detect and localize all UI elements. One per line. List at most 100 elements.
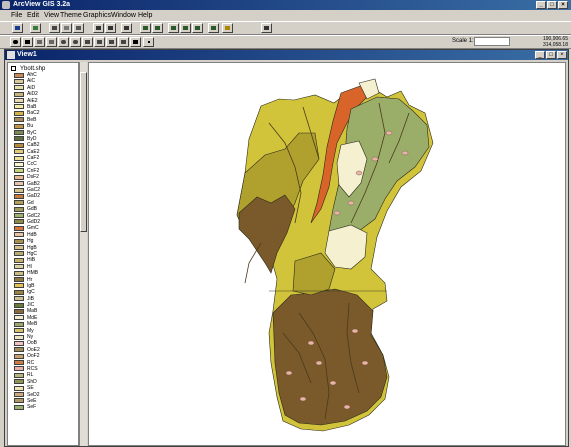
menu-window[interactable]: Window: [111, 12, 136, 19]
legend-swatch[interactable]: [14, 270, 24, 276]
menu-theme[interactable]: Theme: [60, 12, 82, 19]
toc-scrollbar[interactable]: [79, 62, 87, 446]
legend-swatch[interactable]: [14, 161, 24, 167]
legend-swatch[interactable]: [14, 360, 24, 366]
pink-soil-polygon[interactable]: [371, 156, 379, 162]
legend-swatch[interactable]: [14, 379, 24, 385]
pointer-tool[interactable]: [22, 37, 33, 47]
zoom-to-selected-button[interactable]: [168, 23, 179, 33]
legend-swatch[interactable]: [14, 302, 24, 308]
view-maximize-button[interactable]: □: [546, 51, 556, 59]
pink-soil-polygon[interactable]: [343, 404, 351, 410]
pink-soil-polygon[interactable]: [285, 370, 293, 376]
scale-input[interactable]: [474, 37, 510, 46]
legend-swatch[interactable]: [14, 328, 24, 334]
legend-swatch[interactable]: [14, 315, 24, 321]
legend-swatch[interactable]: [14, 372, 24, 378]
zoom-previous-button[interactable]: [208, 23, 219, 33]
area-of-interest-tool[interactable]: [118, 37, 129, 47]
legend-swatch[interactable]: [14, 296, 24, 302]
legend-swatch[interactable]: [14, 225, 24, 231]
legend-swatch[interactable]: [14, 123, 24, 129]
save-project-button[interactable]: [12, 23, 23, 33]
legend-swatch[interactable]: [14, 366, 24, 372]
menu-help[interactable]: Help: [138, 12, 152, 19]
identify-tool[interactable]: [10, 37, 21, 47]
select-feature-tool[interactable]: [46, 37, 57, 47]
add-theme-button[interactable]: [30, 23, 41, 33]
legend-swatch[interactable]: [14, 257, 24, 263]
legend-swatch[interactable]: [14, 117, 24, 123]
menu-file[interactable]: File: [11, 12, 22, 19]
legend-swatch[interactable]: [14, 398, 24, 404]
zoom-in-button[interactable]: [180, 23, 191, 33]
text-tool[interactable]: [130, 37, 141, 47]
edit-legend-button[interactable]: [61, 23, 72, 33]
zoom-full-extent-button[interactable]: [140, 23, 151, 33]
minimize-button[interactable]: _: [536, 1, 546, 9]
legend-swatch[interactable]: [14, 155, 24, 161]
legend-swatch[interactable]: [14, 353, 24, 359]
legend-swatch[interactable]: [14, 347, 24, 353]
legend-swatch[interactable]: [14, 200, 24, 206]
menu-graphics[interactable]: Graphics: [83, 12, 111, 19]
vertex-edit-tool[interactable]: [34, 37, 45, 47]
pink-soil-polygon[interactable]: [355, 170, 363, 176]
zoom-out-tool[interactable]: [70, 37, 81, 47]
pink-soil-polygon[interactable]: [315, 360, 323, 366]
zoom-out-button[interactable]: [192, 23, 203, 33]
legend-swatch[interactable]: [14, 174, 24, 180]
legend-swatch[interactable]: [14, 142, 24, 148]
legend-swatch[interactable]: [14, 219, 24, 225]
legend-swatch[interactable]: [14, 283, 24, 289]
theme-properties-button[interactable]: [49, 23, 60, 33]
legend-swatch[interactable]: [14, 308, 24, 314]
legend-swatch[interactable]: [14, 110, 24, 116]
legend-swatch[interactable]: [14, 168, 24, 174]
legend-swatch[interactable]: [14, 104, 24, 110]
locate-button[interactable]: [105, 23, 116, 33]
legend-swatch[interactable]: [14, 264, 24, 270]
legend-swatch[interactable]: [14, 385, 24, 391]
legend-swatch[interactable]: [14, 181, 24, 187]
soil-map[interactable]: [89, 63, 565, 445]
find-button[interactable]: [93, 23, 104, 33]
legend-swatch[interactable]: [14, 130, 24, 136]
query-builder-button[interactable]: [121, 23, 132, 33]
legend-swatch[interactable]: [14, 334, 24, 340]
measure-tool[interactable]: [94, 37, 105, 47]
zoom-to-themes-button[interactable]: [152, 23, 163, 33]
hotlink-tool[interactable]: [106, 37, 117, 47]
pink-soil-polygon[interactable]: [333, 210, 341, 216]
legend-swatch[interactable]: [14, 136, 24, 142]
map-display[interactable]: [88, 62, 566, 446]
help-button[interactable]: [261, 23, 272, 33]
maximize-button[interactable]: □: [547, 1, 557, 9]
legend-swatch[interactable]: [14, 206, 24, 212]
pink-soil-polygon[interactable]: [307, 340, 315, 346]
pink-soil-polygon[interactable]: [401, 150, 409, 156]
legend-swatch[interactable]: [14, 193, 24, 199]
select-features-button[interactable]: [222, 23, 233, 33]
pink-soil-polygon[interactable]: [347, 200, 355, 206]
menu-edit[interactable]: Edit: [27, 12, 39, 19]
legend-swatch[interactable]: [14, 213, 24, 219]
legend-swatch[interactable]: [14, 245, 24, 251]
legend-swatch[interactable]: [14, 187, 24, 193]
legend-row[interactable]: SeF: [14, 404, 76, 410]
close-button[interactable]: ×: [558, 1, 568, 9]
pink-soil-polygon[interactable]: [329, 380, 337, 386]
legend-swatch[interactable]: [14, 404, 24, 410]
legend-swatch[interactable]: [14, 72, 24, 78]
pink-soil-polygon[interactable]: [351, 328, 359, 334]
legend-swatch[interactable]: [14, 277, 24, 282]
legend-swatch[interactable]: [14, 149, 24, 155]
open-table-button[interactable]: [73, 23, 84, 33]
legend-swatch[interactable]: [14, 340, 24, 346]
legend-swatch[interactable]: [14, 78, 24, 84]
legend-swatch[interactable]: [14, 289, 24, 295]
legend-swatch[interactable]: [14, 251, 24, 257]
legend-swatch[interactable]: [14, 321, 24, 327]
theme-visibility-checkbox[interactable]: [11, 66, 16, 71]
legend-swatch[interactable]: [14, 85, 24, 91]
